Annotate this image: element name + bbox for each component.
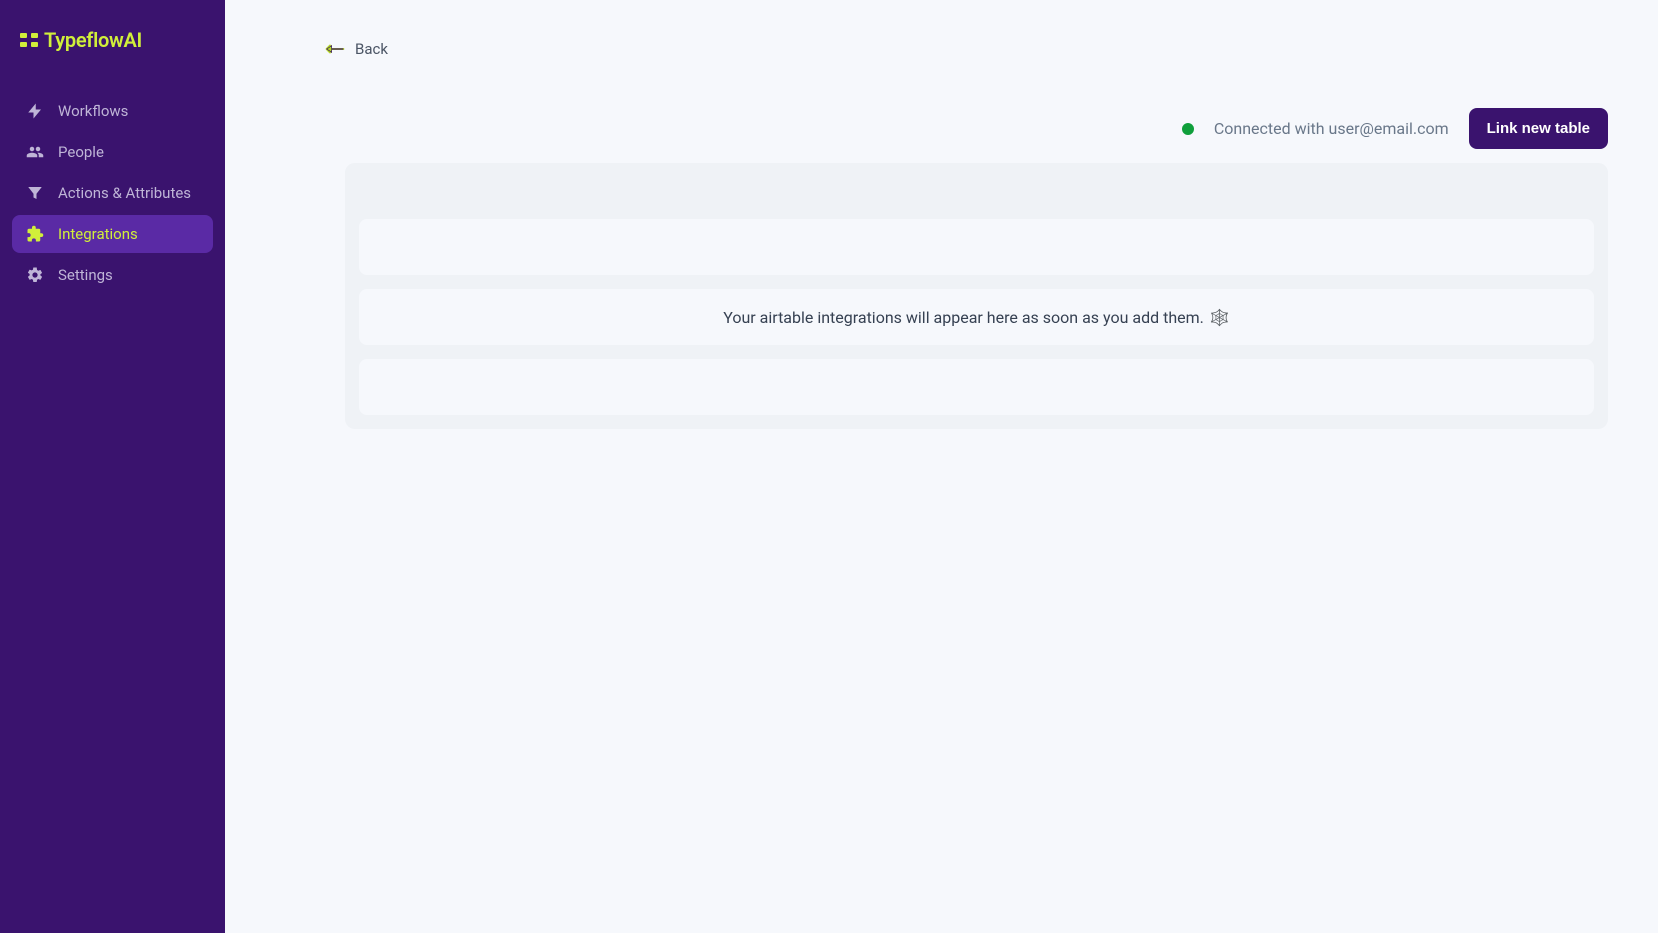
sidebar-item-label: Workflows [58,102,128,120]
empty-state-row: Your airtable integrations will appear h… [359,289,1594,345]
back-link[interactable]: Back [225,40,1658,58]
empty-state-text: Your airtable integrations will appear h… [723,308,1204,327]
sidebar-item-label: Settings [58,266,113,284]
logo[interactable]: TypeflowAI [0,0,225,92]
card-row-placeholder [359,219,1594,275]
sidebar-item-workflows[interactable]: Workflows [12,92,213,130]
logo-icon [20,31,38,49]
link-new-table-button[interactable]: Link new table [1469,108,1608,149]
sidebar-item-label: Actions & Attributes [58,184,191,202]
logo-text: TypeflowAI [44,28,142,52]
sidebar-item-settings[interactable]: Settings [12,256,213,294]
toolbar: Connected with user@email.com Link new t… [225,108,1658,149]
sidebar-item-label: People [58,143,104,161]
people-icon [26,143,44,161]
puzzle-icon [26,225,44,243]
spider-web-icon: 🕸️ [1210,308,1230,327]
main-content: Back Connected with user@email.com Link … [225,0,1658,933]
back-arrow-icon [325,41,345,57]
nav-list: Workflows People Actions & Attributes In… [0,92,225,294]
back-label: Back [355,40,388,58]
sidebar-item-integrations[interactable]: Integrations [12,215,213,253]
card-header [345,163,1608,205]
sidebar-item-actions-attributes[interactable]: Actions & Attributes [12,174,213,212]
content-area: Your airtable integrations will appear h… [345,163,1608,429]
sidebar-item-label: Integrations [58,225,138,243]
status-indicator-icon [1182,123,1194,135]
connection-status-text: Connected with user@email.com [1214,119,1449,138]
sidebar-item-people[interactable]: People [12,133,213,171]
filter-icon [26,184,44,202]
bolt-icon [26,102,44,120]
card-row-placeholder [359,359,1594,415]
empty-state-message: Your airtable integrations will appear h… [723,308,1230,327]
sidebar: TypeflowAI Workflows People Actions & At… [0,0,225,933]
gear-icon [26,266,44,284]
integrations-card: Your airtable integrations will appear h… [345,163,1608,429]
